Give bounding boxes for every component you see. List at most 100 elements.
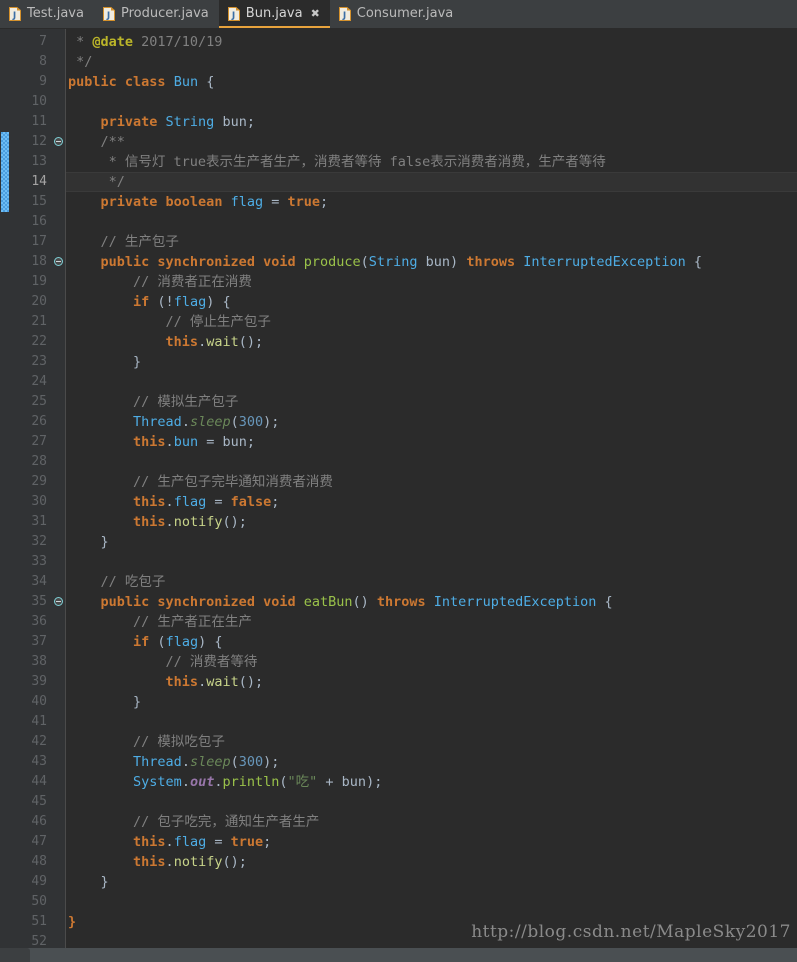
code-token: flag — [173, 834, 207, 850]
editor-bottom-bar — [0, 948, 797, 962]
code-token: * 信号灯 true表示生产者生产，消费者等待 false表示消费者消费，生产者… — [68, 154, 606, 170]
vcs-change-marker-strip — [0, 29, 9, 962]
code-token: boolean — [165, 194, 231, 210]
line-number: 18 — [31, 254, 47, 269]
code-line[interactable]: public class Bun { — [66, 72, 214, 92]
code-line[interactable] — [66, 212, 68, 232]
code-line[interactable]: } — [66, 352, 141, 372]
line-number: 19 — [31, 274, 47, 289]
code-line[interactable]: // 消费者正在消费 — [66, 272, 252, 292]
svg-text:J: J — [12, 11, 16, 21]
line-number: 50 — [31, 894, 47, 909]
code-fold-collapse-icon[interactable] — [54, 137, 63, 146]
code-line[interactable]: this.flag = false; — [66, 492, 279, 512]
code-token: = — [263, 194, 288, 210]
code-line[interactable]: // 消费者等待 — [66, 652, 258, 672]
code-token: flag — [173, 494, 207, 510]
code-line[interactable] — [66, 92, 68, 112]
code-line[interactable]: // 生产包子完毕通知消费者消费 — [66, 472, 333, 492]
code-line[interactable]: Thread.sleep(300); — [66, 412, 279, 432]
code-token: this — [133, 834, 166, 850]
code-line[interactable]: * @date 2017/10/19 — [66, 32, 222, 52]
code-token: throws — [466, 254, 524, 270]
editor-tab-test-java[interactable]: J Test.java — [0, 0, 94, 28]
code-token: // 模拟吃包子 — [68, 734, 225, 750]
code-line[interactable] — [66, 552, 68, 572]
code-fold-collapse-icon[interactable] — [54, 597, 63, 606]
editor-tab-bun-java[interactable]: J Bun.java ✖ — [218, 0, 330, 28]
line-number: 20 — [31, 294, 47, 309]
watermark-text: http://blog.csdn.net/MapleSky2017 — [471, 922, 791, 942]
code-line[interactable]: */ — [66, 172, 125, 192]
code-line[interactable]: } — [66, 532, 109, 552]
code-line[interactable]: this.notify(); — [66, 852, 247, 872]
line-number: 15 — [31, 194, 47, 209]
code-line[interactable]: // 模拟生产包子 — [66, 392, 238, 412]
code-line[interactable]: if (!flag) { — [66, 292, 231, 312]
code-line[interactable]: this.notify(); — [66, 512, 247, 532]
code-token: private — [100, 114, 166, 130]
code-line[interactable] — [66, 452, 68, 472]
code-line[interactable] — [66, 372, 68, 392]
code-token: class — [124, 74, 174, 90]
code-line[interactable]: // 生产者正在生产 — [66, 612, 252, 632]
line-number: 32 — [31, 534, 47, 549]
code-line[interactable] — [66, 792, 68, 812]
code-token: System — [133, 774, 182, 790]
code-line[interactable]: this.wait(); — [66, 332, 264, 352]
code-token: private — [100, 194, 166, 210]
vcs-change-marker[interactable] — [1, 132, 9, 212]
code-token: // 生产包子完毕通知消费者消费 — [68, 474, 333, 490]
code-line[interactable]: Thread.sleep(300); — [66, 752, 279, 772]
code-token: this — [133, 434, 166, 450]
code-line[interactable]: // 模拟吃包子 — [66, 732, 225, 752]
code-line[interactable]: public synchronized void produce(String … — [66, 252, 703, 272]
line-number: 47 — [31, 834, 47, 849]
code-line[interactable]: // 吃包子 — [66, 572, 166, 592]
code-token: this — [133, 854, 166, 870]
line-number: 44 — [31, 774, 47, 789]
close-icon[interactable]: ✖ — [311, 0, 320, 28]
code-line[interactable] — [66, 712, 68, 732]
code-line[interactable]: /** — [66, 132, 125, 152]
code-line[interactable]: */ — [66, 52, 92, 72]
code-token: () — [352, 594, 377, 610]
code-line[interactable]: if (flag) { — [66, 632, 222, 652]
line-number: 25 — [31, 394, 47, 409]
code-line[interactable]: this.bun = bun; — [66, 432, 255, 452]
code-token: println — [222, 774, 280, 790]
code-line[interactable]: // 包子吃完，通知生产者生产 — [66, 812, 319, 832]
code-token: // 生产者正在生产 — [68, 614, 252, 630]
editor-tab-consumer-java[interactable]: J Consumer.java — [330, 0, 463, 28]
line-number: 40 — [31, 694, 47, 709]
code-fold-gutter[interactable] — [53, 29, 66, 962]
code-editor[interactable]: 7 8 9 10 11 12 13 14 15 16 17 18 19 20 21 22 23 24 25 26 27 2… — [0, 29, 797, 962]
code-token: } — [68, 914, 77, 930]
svg-text:J: J — [106, 11, 110, 21]
line-number: 13 — [31, 154, 47, 169]
code-line[interactable]: // 生产包子 — [66, 232, 179, 252]
code-fold-collapse-icon[interactable] — [54, 257, 63, 266]
code-content-area[interactable]: * @date 2017/10/19 */public class Bun { … — [66, 29, 797, 962]
code-line[interactable]: // 停止生产包子 — [66, 312, 271, 332]
code-token: flag — [165, 634, 199, 650]
code-line[interactable]: this.wait(); — [66, 672, 264, 692]
code-line[interactable]: } — [66, 692, 141, 712]
line-number: 29 — [31, 474, 47, 489]
editor-tab-producer-java[interactable]: J Producer.java — [94, 0, 219, 28]
code-line[interactable]: System.out.println("吃" + bun); — [66, 772, 382, 792]
code-line[interactable]: } — [66, 912, 76, 932]
code-line[interactable]: this.flag = true; — [66, 832, 271, 852]
code-line[interactable]: private String bun; — [66, 112, 255, 132]
code-line[interactable]: } — [66, 872, 109, 892]
code-line[interactable]: private boolean flag = true; — [66, 192, 329, 212]
code-line[interactable] — [66, 892, 68, 912]
code-token: . — [165, 514, 174, 530]
code-token: InterruptedException — [433, 594, 597, 610]
code-line[interactable]: * 信号灯 true表示生产者生产，消费者等待 false表示消费者消费，生产者… — [66, 152, 606, 172]
code-line[interactable]: public synchronized void eatBun() throws… — [66, 592, 613, 612]
